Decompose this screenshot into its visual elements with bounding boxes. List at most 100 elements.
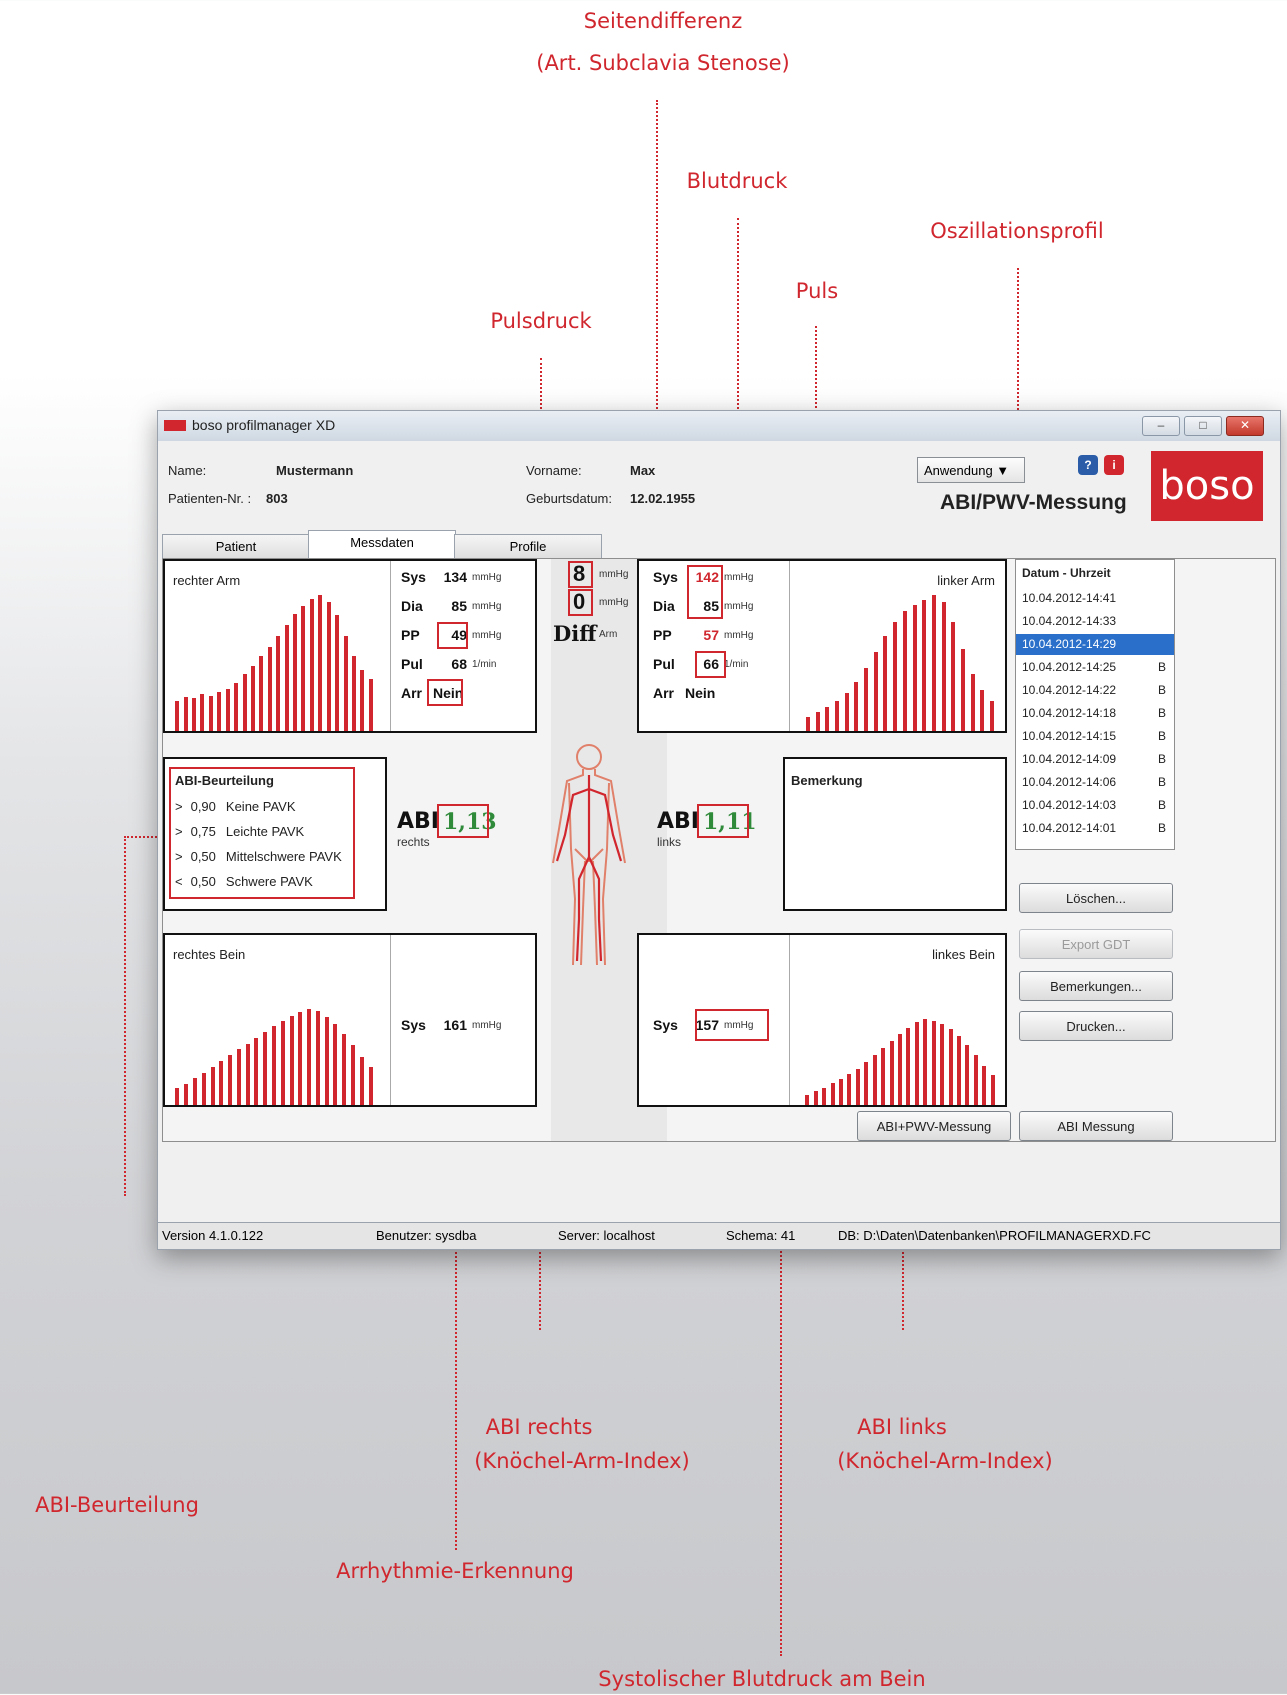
oscillation-bar (931, 595, 936, 731)
oscillation-bar (289, 1016, 294, 1105)
tab-patient[interactable]: Patient (162, 534, 310, 559)
abi-messung-button[interactable]: ABI Messung (1019, 1111, 1173, 1141)
diff-sub: Arm (599, 629, 618, 640)
window-title: boso profilmanager XD (192, 417, 336, 433)
close-button[interactable]: ✕ (1226, 416, 1264, 436)
drucken-button[interactable]: Drucken... (1019, 1011, 1173, 1041)
panel-divider (789, 935, 790, 1105)
oscillation-bar (805, 1095, 810, 1105)
abi-legend-operator: < (175, 874, 183, 889)
history-row[interactable]: 10.04.2012-14:09 B (1016, 749, 1174, 770)
oscillation-bar (360, 670, 365, 731)
history-row[interactable]: 10.04.2012-14:25 B (1016, 657, 1174, 678)
callout-puls: Puls (795, 279, 839, 303)
history-row[interactable]: 10.04.2012-14:01 B (1016, 818, 1174, 839)
abi-legend-title: ABI-Beurteilung (175, 773, 274, 788)
help-icon[interactable]: ? (1078, 455, 1098, 475)
oscillation-bar (326, 602, 331, 731)
oscillation-bar (335, 615, 340, 731)
oscillation-bar (923, 1019, 928, 1105)
history-row[interactable]: 10.04.2012-14:15 B (1016, 726, 1174, 747)
diff-sys-highlight (568, 561, 593, 588)
oscillation-bar (881, 1048, 886, 1105)
title-bar[interactable]: boso profilmanager XD – □ ✕ (158, 411, 1280, 441)
oscillation-bar (906, 1028, 911, 1105)
abi-right-side: rechts (397, 835, 430, 849)
loeschen-button[interactable]: Löschen... (1019, 883, 1173, 913)
history-row[interactable]: 10.04.2012-14:33 (1016, 611, 1174, 632)
minimize-button[interactable]: – (1142, 416, 1180, 436)
history-row[interactable]: 10.04.2012-14:06 B (1016, 772, 1174, 793)
oscillation-bar (217, 692, 222, 731)
history-flag: B (1157, 775, 1166, 789)
oscillation-bar (864, 1062, 869, 1105)
abi-legend-threshold: 0,90 (190, 799, 216, 814)
pulsdruck-highlight (437, 622, 468, 649)
arrhythmie-highlight (427, 679, 463, 706)
callout-pulsdruck: Pulsdruck (490, 309, 592, 333)
abi-legend-text: Leichte PAVK (225, 824, 305, 839)
abi-pwv-messung-button[interactable]: ABI+PWV-Messung (857, 1111, 1011, 1141)
oscillation-bar (893, 622, 898, 731)
history-row[interactable]: 10.04.2012-14:41 (1016, 588, 1174, 609)
abi-legend-text: Schwere PAVK (225, 874, 313, 889)
status-db: DB: D:\Daten\Datenbanken\PROFILMANAGERXD… (838, 1228, 1151, 1243)
left-arm-title: linker Arm (937, 573, 995, 588)
abi-legend-text: Keine PAVK (225, 799, 296, 814)
tab-profile[interactable]: Profile (454, 534, 602, 559)
history-row[interactable]: 10.04.2012-14:18 B (1016, 703, 1174, 724)
panel-divider (789, 561, 790, 731)
history-row[interactable]: 10.04.2012-14:03 B (1016, 795, 1174, 816)
oscillation-bar (902, 611, 907, 731)
maximize-button[interactable]: □ (1184, 416, 1222, 436)
right-arm-oscillation-profile (173, 591, 375, 731)
left-leg-oscillation-profile (803, 1015, 997, 1105)
oscillation-bar (970, 674, 975, 731)
bemerkungen-button[interactable]: Bemerkungen... (1019, 971, 1173, 1001)
oscillation-bar (813, 1091, 818, 1105)
panel-divider (390, 935, 391, 1105)
leader-abi-beurteilung-h (124, 836, 160, 838)
right-leg-oscillation-profile (173, 1005, 375, 1105)
right-arm-panel: rechter Arm Sys 134 mmHg Dia 85 mmHg PP … (163, 559, 537, 733)
right-arm-pp-unit: mmHg (472, 630, 502, 641)
oscillation-bar (873, 652, 878, 731)
right-arm-dia-unit: mmHg (472, 601, 502, 612)
right-arm-sys-unit: mmHg (472, 572, 502, 583)
oscillation-bar (318, 595, 323, 731)
abi-right-highlight (437, 804, 489, 838)
oscillation-bar (259, 656, 264, 731)
oscillation-bar (973, 1055, 978, 1105)
anwendung-dropdown[interactable]: Anwendung ▼ (917, 457, 1025, 483)
right-arm-dia-label: Dia (401, 598, 423, 614)
measurement-history-list[interactable]: Datum - Uhrzeit 10.04.2012-14:41 10.04.20… (1015, 559, 1175, 850)
abi-legend-operator: > (175, 799, 183, 814)
oscillation-bar (864, 668, 869, 731)
status-bar: Version 4.1.0.122 Benutzer: sysdba Serve… (158, 1222, 1280, 1249)
diff-dia-unit: mmHg (599, 597, 629, 608)
history-row[interactable]: 10.04.2012-14:29 (1016, 634, 1174, 655)
mode-title: ABI/PWV-Messung (940, 491, 1127, 514)
abi-legend-threshold: 0,50 (190, 849, 216, 864)
right-leg-sys-unit: mmHg (472, 1020, 502, 1031)
oscillation-bar (293, 614, 298, 731)
history-date: 10.04.2012-14:06 (1022, 775, 1117, 789)
oscillation-bar (990, 701, 995, 731)
oscillation-bar (822, 1088, 827, 1105)
history-flag: B (1157, 683, 1166, 697)
oscillation-bar (844, 693, 849, 731)
tab-messdaten[interactable]: Messdaten (308, 530, 456, 559)
oscillation-bar (242, 674, 247, 731)
history-row[interactable]: 10.04.2012-14:22 B (1016, 680, 1174, 701)
oscillation-bar (931, 1021, 936, 1105)
export-gdt-button[interactable]: Export GDT (1019, 929, 1173, 959)
left-arm-pul-unit: 1/min (724, 659, 749, 670)
history-date: 10.04.2012-14:09 (1022, 752, 1117, 766)
oscillation-bar (183, 697, 188, 731)
oscillation-bar (961, 649, 966, 731)
bemerkung-panel[interactable]: Bemerkung (783, 757, 1007, 911)
oscillation-bar (941, 602, 946, 731)
callout-systolisch-bein: Systolischer Blutdruck am Bein (598, 1667, 926, 1691)
right-leg-panel: rechtes Bein Sys 161 mmHg (163, 933, 537, 1107)
about-icon[interactable]: i (1104, 455, 1124, 475)
